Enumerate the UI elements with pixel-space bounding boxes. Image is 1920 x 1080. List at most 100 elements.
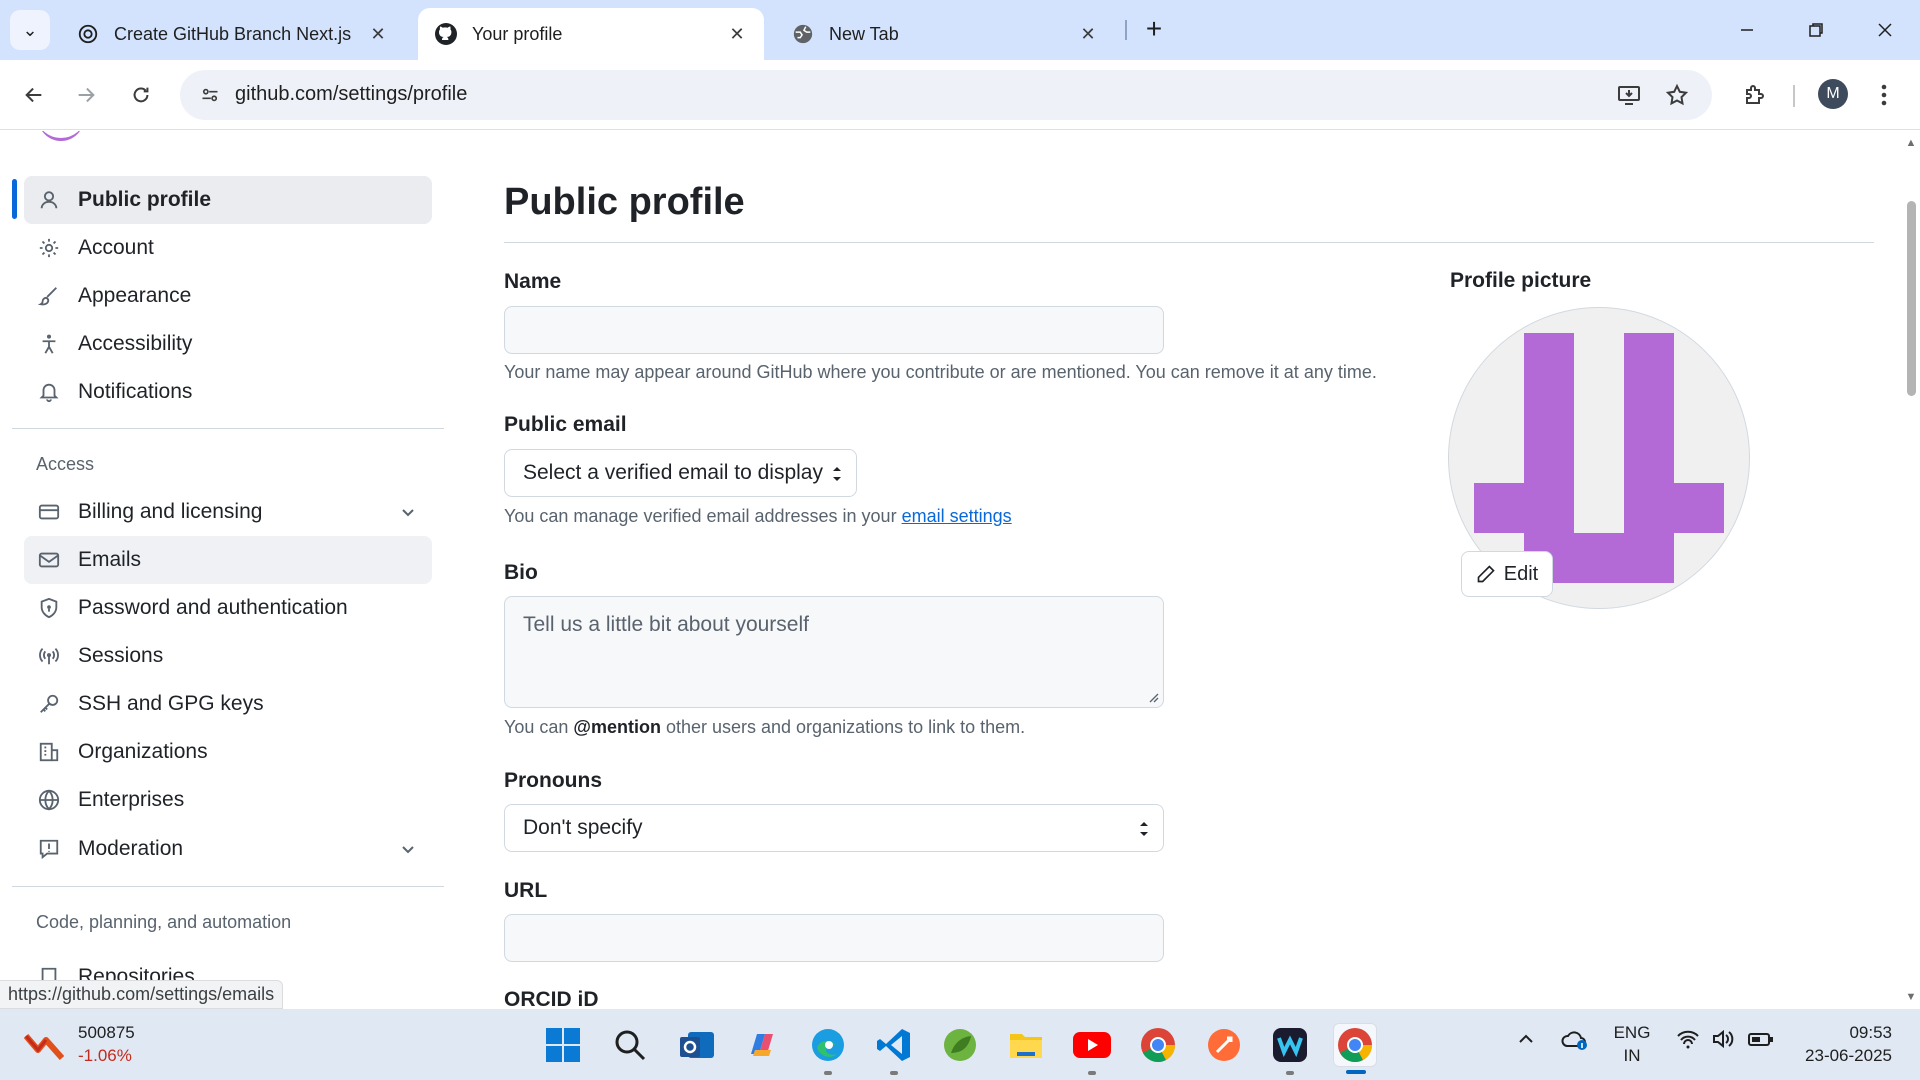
bookmark-star-icon[interactable]: [1663, 81, 1691, 109]
taskbar-webex[interactable]: [1268, 1023, 1312, 1075]
avatar-initial: M: [1826, 85, 1840, 102]
clock-date: 23-06-2025: [1805, 1046, 1892, 1065]
minimize-button[interactable]: [1724, 10, 1770, 50]
restore-button[interactable]: [1793, 10, 1839, 50]
new-tab-button[interactable]: +: [1138, 14, 1170, 46]
forward-button[interactable]: [66, 75, 106, 115]
organization-icon: [36, 739, 62, 765]
github-settings-page: Public profile Account Appearance Access…: [0, 131, 1902, 1009]
back-button[interactable]: [14, 75, 54, 115]
sidebar-item-sessions[interactable]: Sessions: [24, 632, 432, 680]
scroll-down-icon[interactable]: ▼: [1905, 991, 1917, 1003]
show-hidden-icons-button[interactable]: [1516, 1029, 1536, 1054]
wifi-tray[interactable]: [1676, 1029, 1700, 1054]
sidebar-item-label: Account: [78, 236, 154, 259]
chevron-down-icon[interactable]: [396, 500, 420, 524]
edit-profile-picture-button[interactable]: Edit: [1461, 551, 1553, 597]
taskbar-postman[interactable]: [1202, 1023, 1246, 1067]
taskbar-youtube[interactable]: [1070, 1023, 1114, 1075]
sidebar-item-organizations[interactable]: Organizations: [24, 728, 432, 776]
bell-icon: [36, 379, 62, 405]
chevron-down-icon[interactable]: [396, 837, 420, 861]
scroll-up-icon[interactable]: ▲: [1905, 137, 1917, 149]
spring-leaf-icon: [944, 1029, 976, 1061]
copilot-icon: [751, 1034, 773, 1056]
tab-label: Create GitHub Branch Next.js: [114, 23, 352, 44]
address-bar[interactable]: github.com/settings/profile: [180, 70, 1712, 120]
pencil-icon: [1477, 565, 1495, 583]
extensions-icon[interactable]: [1734, 75, 1774, 115]
link-status-bar: https://github.com/settings/emails: [0, 980, 284, 1009]
sidebar-item-emails[interactable]: Emails: [24, 536, 432, 584]
stock-widget[interactable]: 500875 -1.06%: [24, 1021, 135, 1067]
scrollbar-thumb[interactable]: [1907, 201, 1916, 396]
taskbar-outlook[interactable]: [675, 1023, 719, 1067]
tab-new-tab[interactable]: New Tab ✕: [775, 8, 1115, 60]
taskbar-file-explorer[interactable]: [1004, 1023, 1048, 1067]
sidebar-item-password-auth[interactable]: Password and authentication: [24, 584, 432, 632]
taskbar-chrome[interactable]: [1136, 1023, 1180, 1067]
sidebar-item-billing[interactable]: Billing and licensing: [24, 488, 432, 536]
sidebar-item-moderation[interactable]: Moderation: [24, 825, 432, 873]
github-icon: [434, 22, 458, 46]
name-input[interactable]: [504, 306, 1164, 354]
close-icon[interactable]: ✕: [726, 23, 748, 45]
taskbar-copilot[interactable]: [740, 1023, 784, 1067]
site-info-icon[interactable]: [194, 79, 226, 111]
accessibility-icon: [36, 331, 62, 357]
sidebar-item-accessibility[interactable]: Accessibility: [24, 320, 432, 368]
browser-menu-icon[interactable]: [1864, 75, 1904, 115]
start-button[interactable]: [541, 1023, 585, 1067]
shield-lock-icon: [36, 595, 62, 621]
taskbar-vscode[interactable]: [872, 1023, 916, 1075]
resize-grip-icon[interactable]: [1147, 691, 1159, 703]
tab-create-github-branch[interactable]: Create GitHub Branch Next.js ✕: [60, 8, 405, 60]
edge-icon: [812, 1029, 844, 1061]
tab-your-profile[interactable]: Your profile ✕: [418, 8, 764, 60]
mention-text: @mention: [573, 717, 661, 737]
public-email-select[interactable]: Select a verified email to display: [504, 449, 857, 497]
taskbar-chrome-active[interactable]: [1333, 1023, 1377, 1074]
taskbar-edge[interactable]: [806, 1023, 850, 1075]
windows-logo-icon: [546, 1028, 580, 1062]
windows-taskbar: 500875 -1.06% ENG IN 09:53 23-06-2025: [0, 1009, 1920, 1080]
page-scrollbar[interactable]: ▲ ▼: [1902, 131, 1920, 1009]
sidebar-item-ssh-gpg[interactable]: SSH and GPG keys: [24, 680, 432, 728]
sidebar-item-public-profile[interactable]: Public profile: [24, 176, 432, 224]
system-clock[interactable]: 09:53 23-06-2025: [1796, 1021, 1892, 1067]
reload-button[interactable]: [121, 75, 161, 115]
onedrive-tray[interactable]: [1561, 1029, 1589, 1056]
globe-icon: [36, 787, 62, 813]
volume-tray[interactable]: [1711, 1029, 1735, 1054]
sidebar-item-label: Enterprises: [78, 788, 185, 811]
tab-label: New Tab: [829, 23, 899, 44]
name-hint: Your name may appear around GitHub where…: [504, 362, 1377, 382]
close-icon[interactable]: ✕: [367, 23, 389, 45]
edit-label: Edit: [1503, 562, 1539, 585]
search-button[interactable]: [608, 1023, 652, 1067]
input-language[interactable]: ENG IN: [1612, 1021, 1652, 1067]
sidebar-divider: [12, 428, 444, 429]
pronouns-select[interactable]: Don't specify: [504, 804, 1164, 852]
reload-icon: [133, 87, 149, 103]
sidebar-item-label: Password and authentication: [78, 596, 348, 619]
sidebar-divider: [12, 886, 444, 887]
chrome-icon: [1141, 1028, 1175, 1062]
install-app-icon[interactable]: [1615, 81, 1643, 109]
sidebar-item-appearance[interactable]: Appearance: [24, 272, 432, 320]
browser-tab-strip: ⌄ Create GitHub Branch Next.js ✕ Your pr…: [0, 0, 1920, 60]
bio-textarea[interactable]: Tell us a little bit about yourself: [504, 596, 1164, 708]
close-icon[interactable]: ✕: [1077, 23, 1099, 45]
window-close-button[interactable]: [1862, 10, 1908, 50]
sidebar-item-notifications[interactable]: Notifications: [24, 368, 432, 416]
tab-search-button[interactable]: ⌄: [10, 10, 50, 50]
browser-profile-avatar[interactable]: M: [1818, 79, 1848, 109]
url-input[interactable]: [504, 914, 1164, 962]
orcid-label: ORCID iD: [504, 988, 599, 1009]
battery-tray[interactable]: [1748, 1029, 1774, 1054]
sidebar-item-label: Notifications: [78, 380, 193, 403]
email-settings-link[interactable]: email settings: [902, 506, 1012, 526]
sidebar-item-enterprises[interactable]: Enterprises: [24, 776, 432, 824]
sidebar-item-account[interactable]: Account: [24, 224, 432, 272]
taskbar-spring-tool[interactable]: [938, 1023, 982, 1067]
